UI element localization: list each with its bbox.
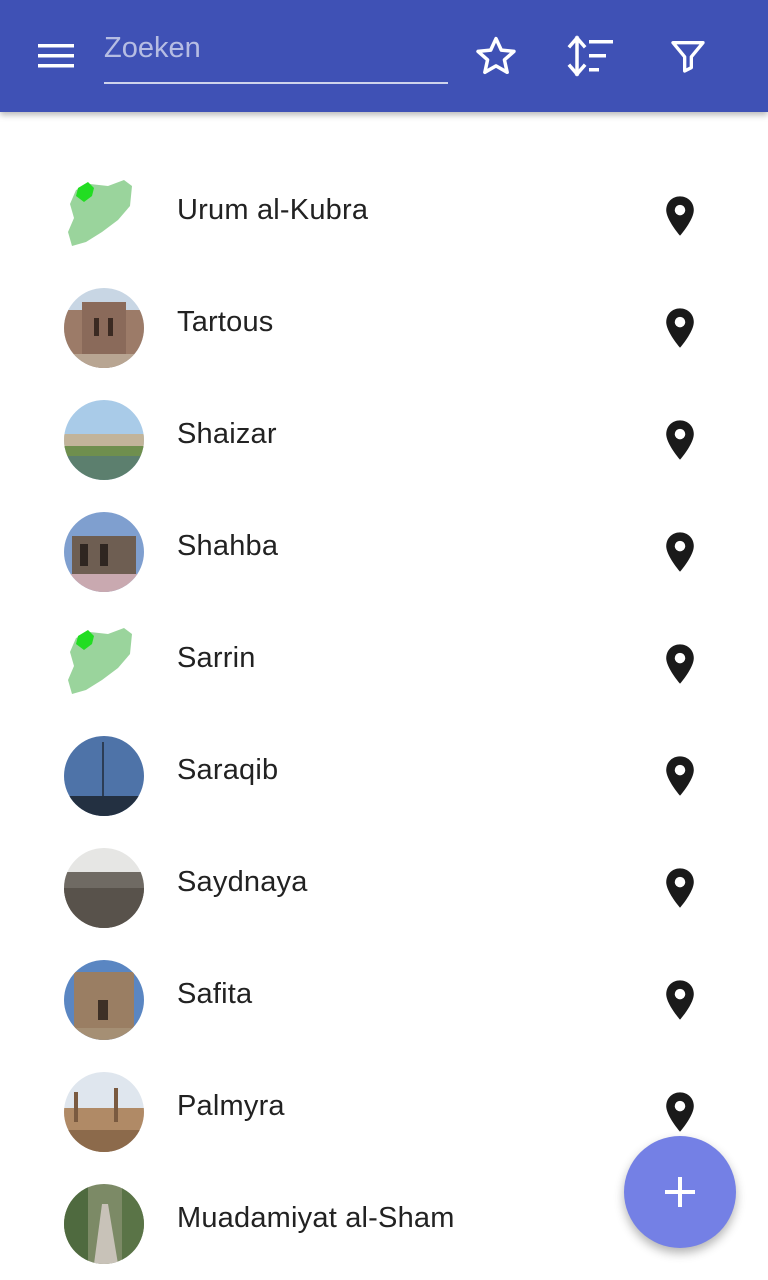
place-photo	[64, 512, 144, 592]
add-place-button[interactable]	[624, 1136, 736, 1248]
place-photo	[64, 848, 144, 928]
list-item[interactable]: Saydnaya	[0, 832, 768, 944]
place-photo	[64, 400, 144, 480]
place-name: Muadamiyat al-Sham	[177, 1202, 455, 1234]
place-thumbnail	[62, 176, 142, 256]
place-thumbnail	[64, 736, 144, 816]
place-name: Shahba	[177, 530, 279, 562]
plus-icon	[665, 1177, 695, 1207]
place-photo	[64, 736, 144, 816]
star-outline-icon	[476, 36, 516, 75]
place-name: Saraqib	[177, 754, 279, 786]
show-on-map-button[interactable]	[660, 306, 700, 350]
list-item[interactable]: Saraqib	[0, 720, 768, 832]
list-item[interactable]: Safita	[0, 944, 768, 1056]
place-thumbnail	[64, 960, 144, 1040]
app-toolbar	[0, 0, 768, 112]
place-photo	[64, 288, 144, 368]
menu-button[interactable]	[24, 30, 88, 82]
sort-button[interactable]	[563, 30, 619, 82]
list-item[interactable]: Shahba	[0, 496, 768, 608]
list-item[interactable]: Sarrin	[0, 608, 768, 720]
place-photo	[64, 1184, 144, 1264]
map-marker-icon	[666, 308, 694, 348]
sort-icon	[567, 35, 613, 77]
show-on-map-button[interactable]	[660, 1090, 700, 1134]
map-marker-icon	[666, 532, 694, 572]
place-thumbnail	[62, 624, 142, 704]
place-thumbnail	[64, 1072, 144, 1152]
map-marker-icon	[666, 196, 694, 236]
map-marker-icon	[666, 868, 694, 908]
map-marker-icon	[666, 644, 694, 684]
syria-map-icon	[68, 180, 132, 246]
map-marker-icon	[666, 980, 694, 1020]
show-on-map-button[interactable]	[660, 642, 700, 686]
place-name: Sarrin	[177, 642, 256, 674]
list-item[interactable]: Tartous	[0, 272, 768, 384]
hamburger-menu-icon	[38, 44, 74, 68]
place-name: Safita	[177, 978, 253, 1010]
place-name: Urum al-Kubra	[177, 194, 369, 226]
map-marker-icon	[666, 1092, 694, 1132]
map-marker-icon	[666, 756, 694, 796]
places-list: Urum al-Kubra Tartous Shaizar Shahba Sar…	[0, 160, 768, 1280]
place-name: Palmyra	[177, 1090, 285, 1122]
list-item[interactable]: Urum al-Kubra	[0, 160, 768, 272]
place-thumbnail	[64, 848, 144, 928]
place-name: Saydnaya	[177, 866, 308, 898]
search-input[interactable]	[104, 24, 448, 72]
filter-icon	[671, 41, 705, 73]
show-on-map-button[interactable]	[660, 866, 700, 910]
filter-button[interactable]	[660, 30, 716, 82]
syria-map-icon	[68, 628, 132, 694]
search-field	[104, 24, 448, 84]
show-on-map-button[interactable]	[660, 418, 700, 462]
show-on-map-button[interactable]	[660, 530, 700, 574]
place-photo	[64, 960, 144, 1040]
show-on-map-button[interactable]	[660, 978, 700, 1022]
place-thumbnail	[64, 1184, 144, 1264]
favorites-button[interactable]	[468, 30, 524, 82]
place-thumbnail	[64, 512, 144, 592]
place-thumbnail	[64, 288, 144, 368]
list-item[interactable]: Shaizar	[0, 384, 768, 496]
map-marker-icon	[666, 420, 694, 460]
place-photo	[64, 1072, 144, 1152]
place-thumbnail	[64, 400, 144, 480]
place-name: Shaizar	[177, 418, 277, 450]
show-on-map-button[interactable]	[660, 194, 700, 238]
place-name: Tartous	[177, 306, 274, 338]
show-on-map-button[interactable]	[660, 754, 700, 798]
